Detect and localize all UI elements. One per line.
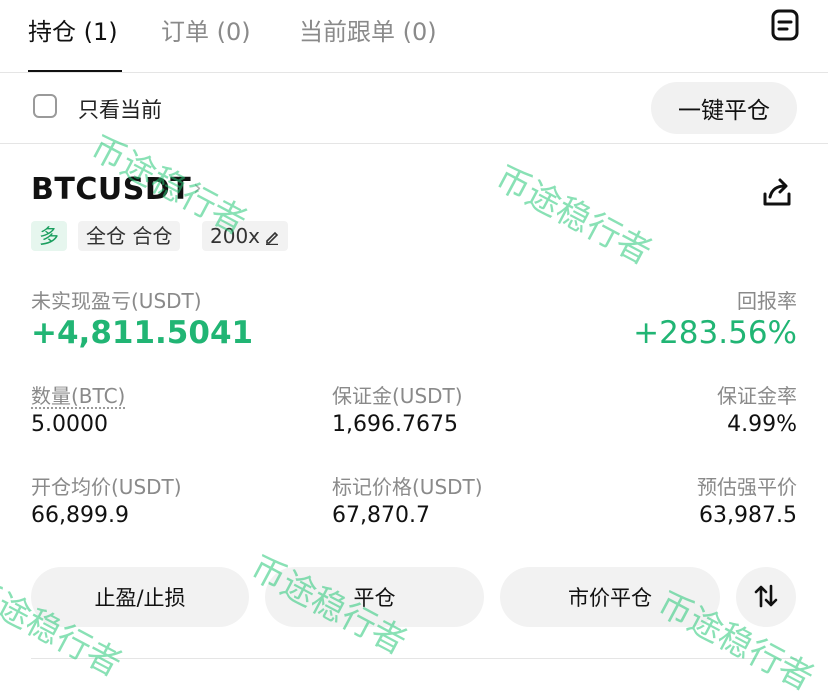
margin-value: 1,696.7675 — [332, 412, 458, 437]
position-tabs: 持仓 (1) 订单 (0) 当前跟单 (0) — [0, 0, 828, 73]
market-close-button[interactable]: 市价平仓 — [500, 567, 720, 627]
show-current-checkbox[interactable] — [33, 94, 57, 118]
tp-sl-button[interactable]: 止盈/止损 — [31, 567, 249, 627]
entry-price-label: 开仓均价(USDT) — [31, 475, 182, 499]
filter-row: 只看当前 一键平仓 — [0, 74, 828, 142]
quantity-label[interactable]: 数量(BTC) — [31, 380, 125, 409]
divider — [0, 143, 828, 144]
pnl-value: +4,811.5041 — [31, 315, 254, 351]
margin-label: 保证金(USDT) — [332, 384, 463, 408]
entry-price-value: 66,899.9 — [31, 503, 129, 528]
mark-price-label: 标记价格(USDT) — [332, 475, 483, 499]
quantity-value: 5.0000 — [31, 412, 108, 437]
leverage-value: 200x — [210, 224, 261, 248]
roe-value: +283.56% — [633, 315, 797, 351]
show-current-label[interactable]: 只看当前 — [78, 94, 162, 124]
symbol-title[interactable]: BTCUSDT — [31, 172, 191, 207]
margin-rate-label: 保证金率 — [717, 384, 797, 408]
margin-rate-value: 4.99% — [727, 412, 797, 437]
side-tag: 多 — [31, 221, 67, 251]
pnl-label: 未实现盈亏(USDT) — [31, 289, 202, 313]
tab-positions[interactable]: 持仓 (1) — [28, 12, 118, 47]
close-position-button[interactable]: 平仓 — [265, 567, 484, 627]
liquidation-price-label: 预估强平价 — [697, 475, 797, 499]
divider — [0, 72, 828, 73]
share-icon[interactable] — [760, 176, 794, 210]
roe-label: 回报率 — [737, 289, 797, 313]
leverage-tag[interactable]: 200x — [202, 221, 289, 251]
swap-arrows-icon — [754, 584, 778, 607]
liquidation-price-value: 63,987.5 — [699, 503, 797, 528]
swap-button[interactable] — [736, 567, 796, 627]
divider — [31, 658, 797, 659]
tab-orders[interactable]: 订单 (0) — [161, 12, 251, 47]
watermark-text: 币途稳行者 — [488, 157, 658, 274]
tab-copy-trading[interactable]: 当前跟单 (0) — [299, 12, 437, 47]
close-all-button[interactable]: 一键平仓 — [651, 82, 797, 134]
chevron-right-icon[interactable]: › — [193, 176, 202, 201]
mark-price-value: 67,870.7 — [332, 503, 430, 528]
edit-pencil-icon — [266, 231, 279, 246]
margin-mode-tag: 全仓 合仓 — [78, 221, 181, 251]
document-icon[interactable] — [770, 8, 800, 42]
